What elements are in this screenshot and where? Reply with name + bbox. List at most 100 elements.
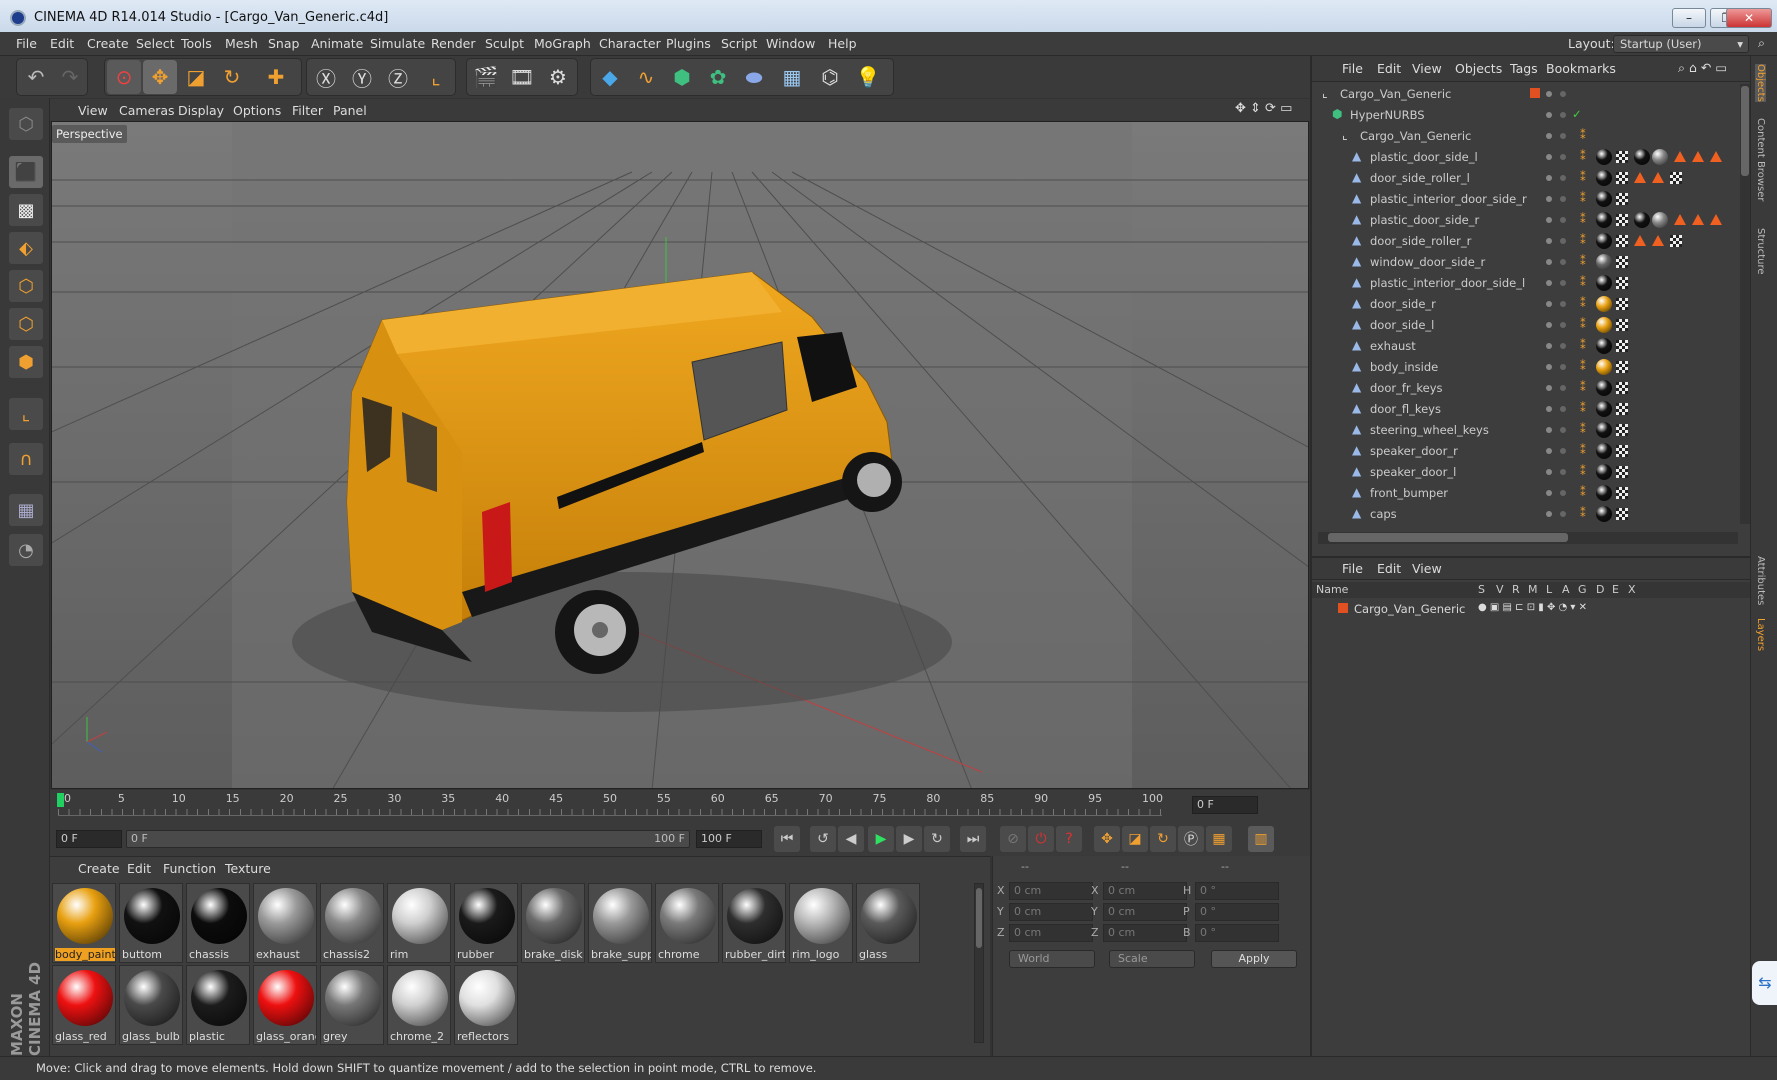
material-tag-icon[interactable] <box>1596 338 1612 354</box>
coord-field[interactable]: 0 ° <box>1195 903 1279 921</box>
visibility-dot-icon[interactable] <box>1546 154 1552 160</box>
tab-content-browser[interactable]: Content Browser <box>1755 118 1766 201</box>
texture-tag-icon[interactable] <box>1616 214 1628 226</box>
render-dot-icon[interactable] <box>1560 112 1566 118</box>
render-picture-viewer-icon[interactable]: 🎞 <box>505 60 539 94</box>
texture-tag-icon[interactable] <box>1616 340 1628 352</box>
texture-tag-icon[interactable] <box>1616 319 1628 331</box>
texture-tag-icon[interactable] <box>1616 508 1628 520</box>
visibility-dot-icon[interactable] <box>1546 91 1552 97</box>
object-tree-row[interactable]: ⌞ Cargo_Van_Generic <box>1312 84 1738 105</box>
end-frame-field[interactable]: 100 F <box>696 830 762 848</box>
material-swatch[interactable]: chassis <box>186 883 250 963</box>
phong-tag-icon[interactable]: ⁑ <box>1580 128 1586 142</box>
key-pla-icon[interactable]: ▦ <box>1206 826 1232 852</box>
menu-select[interactable]: Select <box>136 36 175 51</box>
menu-sculpt[interactable]: Sculpt <box>485 36 524 51</box>
object-tree-row[interactable]: ⬢ HyperNURBS ✓ <box>1312 105 1738 126</box>
phong-tag-icon[interactable]: ⁑ <box>1580 296 1586 310</box>
object-tree-row[interactable]: ▲ door_side_r ⁑ <box>1312 294 1738 315</box>
menu-script[interactable]: Script <box>721 36 757 51</box>
texture-mode-icon[interactable]: ▩ <box>9 194 43 226</box>
z-axis-icon[interactable]: Ⓩ <box>381 60 415 94</box>
viewport-nav-icons[interactable]: ✥ ⇕ ⟳ ▭ <box>1235 101 1292 116</box>
object-tree-row[interactable]: ▲ speaker_door_l ⁑ <box>1312 462 1738 483</box>
texture-tag-icon[interactable] <box>1616 298 1628 310</box>
help-icon[interactable]: ? <box>1056 826 1082 852</box>
key-position-icon[interactable]: ✥ <box>1094 826 1120 852</box>
mat-menu-function[interactable]: Function <box>163 861 216 876</box>
edges-mode-icon[interactable]: ⬡ <box>9 308 43 340</box>
phong-tag-icon[interactable]: ⁑ <box>1580 359 1586 373</box>
selection-tag-icon[interactable] <box>1710 151 1722 162</box>
material-swatch[interactable]: chrome_2 <box>387 965 451 1045</box>
object-tree-row[interactable]: ▲ body_inside ⁑ <box>1312 357 1738 378</box>
visibility-dot-icon[interactable] <box>1546 280 1552 286</box>
mat-menu-texture[interactable]: Texture <box>225 861 271 876</box>
timeline-window-icon[interactable]: ▥ <box>1248 826 1274 852</box>
mat-menu-edit[interactable]: Edit <box>127 861 151 876</box>
phong-tag-icon[interactable]: ⁑ <box>1580 254 1586 268</box>
spline-icon[interactable]: ∿ <box>629 60 663 94</box>
phong-tag-icon[interactable]: ⁑ <box>1580 338 1586 352</box>
search-icon[interactable]: ⌕ <box>1758 35 1765 51</box>
phong-tag-icon[interactable]: ⁑ <box>1580 464 1586 478</box>
object-tree-row[interactable]: ▲ window_door_side_r ⁑ <box>1312 252 1738 273</box>
cube-icon[interactable]: ◆ <box>593 60 627 94</box>
material-tag-icon[interactable] <box>1652 212 1668 228</box>
coord-field[interactable]: 0 cm <box>1009 924 1093 942</box>
visibility-dot-icon[interactable] <box>1546 259 1552 265</box>
visibility-dot-icon[interactable] <box>1546 406 1552 412</box>
material-tag-icon[interactable] <box>1596 485 1612 501</box>
phong-tag-icon[interactable]: ⁑ <box>1580 506 1586 520</box>
move-icon[interactable]: ✥ <box>143 60 177 94</box>
frame-range-slider[interactable]: 0 F 100 F <box>126 830 690 848</box>
render-dot-icon[interactable] <box>1560 469 1566 475</box>
material-tag-icon[interactable] <box>1596 170 1612 186</box>
render-settings-icon[interactable]: ⚙ <box>541 60 575 94</box>
material-tag-icon[interactable] <box>1596 275 1612 291</box>
record-keys-icon[interactable]: ⊘ <box>1000 826 1026 852</box>
phong-tag-icon[interactable]: ⁑ <box>1580 401 1586 415</box>
material-swatch[interactable]: rim <box>387 883 451 963</box>
material-tag-icon[interactable] <box>1596 359 1612 375</box>
make-editable-icon[interactable]: ⬡ <box>9 108 43 140</box>
material-tag-icon[interactable] <box>1634 149 1650 165</box>
menu-render[interactable]: Render <box>431 36 476 51</box>
key-rotation-icon[interactable]: ↻ <box>1150 826 1176 852</box>
workplane-icon[interactable]: ⬖ <box>9 232 43 264</box>
phong-tag-icon[interactable]: ⁑ <box>1580 191 1586 205</box>
current-frame-field[interactable]: 0 F <box>1192 796 1258 814</box>
render-dot-icon[interactable] <box>1560 511 1566 517</box>
previous-frame-icon[interactable]: ◀ <box>838 826 864 852</box>
menu-create[interactable]: Create <box>87 36 129 51</box>
vp-menu-cameras[interactable]: Cameras <box>119 103 175 118</box>
material-swatch[interactable]: chassis2 <box>320 883 384 963</box>
material-swatch[interactable]: buttom <box>119 883 183 963</box>
phong-tag-icon[interactable]: ⁑ <box>1580 149 1586 163</box>
render-dot-icon[interactable] <box>1560 91 1566 97</box>
material-swatch[interactable]: glass_red <box>52 965 116 1045</box>
material-swatch[interactable]: body_paint <box>52 883 116 963</box>
material-swatch[interactable]: rim_logo <box>789 883 853 963</box>
menu-help[interactable]: Help <box>828 36 857 51</box>
material-tag-icon[interactable] <box>1596 401 1612 417</box>
texture-tag-icon[interactable] <box>1616 277 1628 289</box>
timeline-ruler[interactable]: 0 5 10 15 20 25 30 35 40 45 50 55 60 65 70 75 80 85 90 95 10… <box>50 790 1310 820</box>
obj-menu-tags[interactable]: Tags <box>1510 61 1538 76</box>
object-tree-row[interactable]: ▲ plastic_door_side_l ⁑ <box>1312 147 1738 168</box>
texture-tag-icon[interactable] <box>1616 172 1628 184</box>
material-tag-icon[interactable] <box>1596 149 1612 165</box>
visibility-dot-icon[interactable] <box>1546 469 1552 475</box>
menu-tools[interactable]: Tools <box>181 36 212 51</box>
teamviewer-icon[interactable]: ⇆ <box>1752 961 1777 1005</box>
key-scale-icon[interactable]: ◪ <box>1122 826 1148 852</box>
axis-mode-icon[interactable]: ⌞ <box>9 398 43 430</box>
coord-field[interactable]: 0 cm <box>1009 903 1093 921</box>
visibility-dot-icon[interactable] <box>1546 133 1552 139</box>
layer-menu-edit[interactable]: Edit <box>1377 561 1401 576</box>
render-dot-icon[interactable] <box>1560 259 1566 265</box>
previous-key-icon[interactable]: ↺ <box>810 826 836 852</box>
deformer-icon[interactable]: ⬬ <box>737 60 771 94</box>
add-object-icon[interactable]: ✚ <box>259 60 293 94</box>
